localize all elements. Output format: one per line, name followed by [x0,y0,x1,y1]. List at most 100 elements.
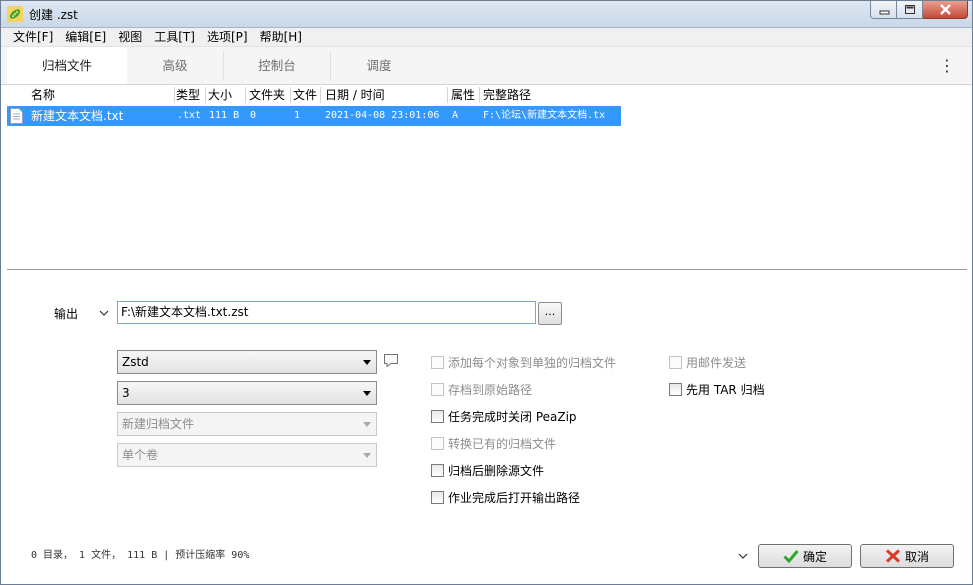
open-output-checkbox[interactable]: 作业完成后打开输出路径 [431,489,580,505]
level-value: 3 [122,386,130,400]
menu-file[interactable]: 文件[F] [7,28,59,46]
file-path: F:\论坛\新建文本文档.tx [483,110,606,121]
menu-options[interactable]: 选项[P] [201,28,254,46]
cancel-button[interactable]: 取消 [860,544,954,568]
close-icon [940,4,951,15]
mode-value: 新建归档文件 [122,417,195,431]
file-list[interactable]: 名称 类型 大小 文件夹 文件 日期 / 时间 属性 完整路径 新建文本文档.t… [7,85,967,269]
more-options-icon[interactable]: ⋮ [939,56,955,76]
checkbox-box [431,382,444,396]
menu-bar: 文件[F] 编辑[E] 视图 工具[T] 选项[P] 帮助[H] [1,28,972,47]
cancel-label: 取消 [904,549,929,564]
dropdown-arrow-icon [363,391,371,396]
checkbox-label: 转换已有的归档文件 [448,436,557,451]
checkbox-label: 存档到原始路径 [448,382,533,397]
column-separator[interactable] [174,87,175,103]
column-header-size[interactable]: 大小 [208,85,232,105]
file-row[interactable]: 新建文本文档.txt .txt 111 B 0 1 2021-04-08 23:… [7,106,621,126]
format-value: Zstd [122,355,149,369]
convert-existing-checkbox: 转换已有的归档文件 [431,435,556,451]
tab-bar: 归档文件 高级 控制台 调度 ⋮ [1,47,972,85]
tab-archive[interactable]: 归档文件 [7,47,127,84]
checkbox-box [669,355,682,369]
tab-advanced[interactable]: 高级 [127,47,223,84]
menu-view[interactable]: 视图 [112,28,148,46]
checkbox-box[interactable] [431,490,444,504]
checkbox-label: 添加每个对象到单独的归档文件 [448,355,617,370]
column-separator[interactable] [205,87,206,103]
column-header-path[interactable]: 完整路径 [483,85,531,105]
checkbox-box [431,436,444,450]
checkbox-label[interactable]: 归档后删除源文件 [448,462,544,479]
column-separator[interactable] [245,87,246,103]
tab-console[interactable]: 控制台 [224,47,330,84]
comment-icon[interactable] [383,353,399,368]
cross-icon [885,549,900,563]
output-label: 输出 [54,307,79,321]
minimize-button[interactable] [870,1,897,19]
checkbox-box[interactable] [431,463,444,477]
browse-button[interactable]: ... [538,302,562,325]
file-size: 111 B [209,110,240,121]
column-separator[interactable] [320,87,321,103]
create-archive-window: 创建 .zst 文件[F] 编辑[E] 视图 工具[T] 选项[P] 帮助[H]… [0,0,973,585]
column-header-date[interactable]: 日期 / 时间 [325,85,385,105]
text-file-icon [10,108,23,124]
dropdown-arrow-icon [363,422,371,427]
window-title: 创建 .zst [29,8,78,22]
tar-first-checkbox[interactable]: 先用 TAR 归档 [669,381,765,397]
chevron-down-icon[interactable] [98,307,110,319]
checkbox-label[interactable]: 作业完成后打开输出路径 [448,489,580,506]
status-text: 0 目录， 1 文件， 111 B | 预计压缩率 90% [31,550,250,561]
format-select[interactable]: Zstd [117,350,377,374]
column-header-attr[interactable]: 属性 [451,85,475,105]
menu-tools[interactable]: 工具[T] [148,28,201,46]
menu-help[interactable]: 帮助[H] [254,28,308,46]
ok-button[interactable]: 确定 [758,544,852,568]
volume-value: 单个卷 [122,448,159,462]
compression-level-select[interactable]: 3 [117,381,377,405]
maximize-icon [905,5,915,14]
peazip-app-icon [7,6,23,22]
close-peazip-checkbox[interactable]: 任务完成时关闭 PeaZip [431,408,577,424]
archive-mode-select: 新建归档文件 [117,412,377,436]
checkbox-label[interactable]: 任务完成时关闭 PeaZip [448,408,577,425]
column-header-folders[interactable]: 文件夹 [249,85,285,105]
checkmark-icon [783,550,799,563]
output-path-input[interactable]: F:\新建文本文档.txt.zst [117,301,536,324]
panel-splitter[interactable] [7,269,967,270]
maximize-button[interactable] [897,1,923,19]
file-count: 1 [294,110,301,121]
column-header-type[interactable]: 类型 [176,85,200,105]
dropdown-arrow-icon [363,360,371,365]
minimize-icon [879,10,890,15]
separate-archives-checkbox: 添加每个对象到单独的归档文件 [431,354,616,370]
file-type: .txt [177,110,202,121]
menu-edit[interactable]: 编辑[E] [59,28,112,46]
column-header-files[interactable]: 文件 [293,85,317,105]
volume-select: 单个卷 [117,443,377,467]
column-header-name[interactable]: 名称 [31,85,55,105]
chevron-down-icon[interactable] [737,550,749,562]
checkbox-label: 用邮件发送 [686,355,747,370]
window-controls [870,1,968,20]
close-button[interactable] [923,1,968,19]
checkbox-label[interactable]: 先用 TAR 归档 [686,381,765,398]
column-separator[interactable] [479,87,480,103]
file-attr: A [452,110,459,121]
file-name: 新建文本文档.txt [31,109,124,123]
ok-label: 确定 [802,549,827,564]
column-separator[interactable] [447,87,448,103]
title-bar[interactable]: 创建 .zst [1,1,972,28]
checkbox-box[interactable] [669,382,682,396]
dropdown-arrow-icon [363,453,371,458]
original-path-checkbox: 存档到原始路径 [431,381,532,397]
column-separator[interactable] [290,87,291,103]
tab-schedule[interactable]: 调度 [331,47,427,84]
file-date: 2021-04-08 23:01:06 [325,110,440,121]
delete-source-checkbox[interactable]: 归档后删除源文件 [431,462,544,478]
email-checkbox: 用邮件发送 [669,354,746,370]
checkbox-box [431,355,444,369]
checkbox-box[interactable] [431,409,444,423]
file-folders: 0 [250,110,257,121]
